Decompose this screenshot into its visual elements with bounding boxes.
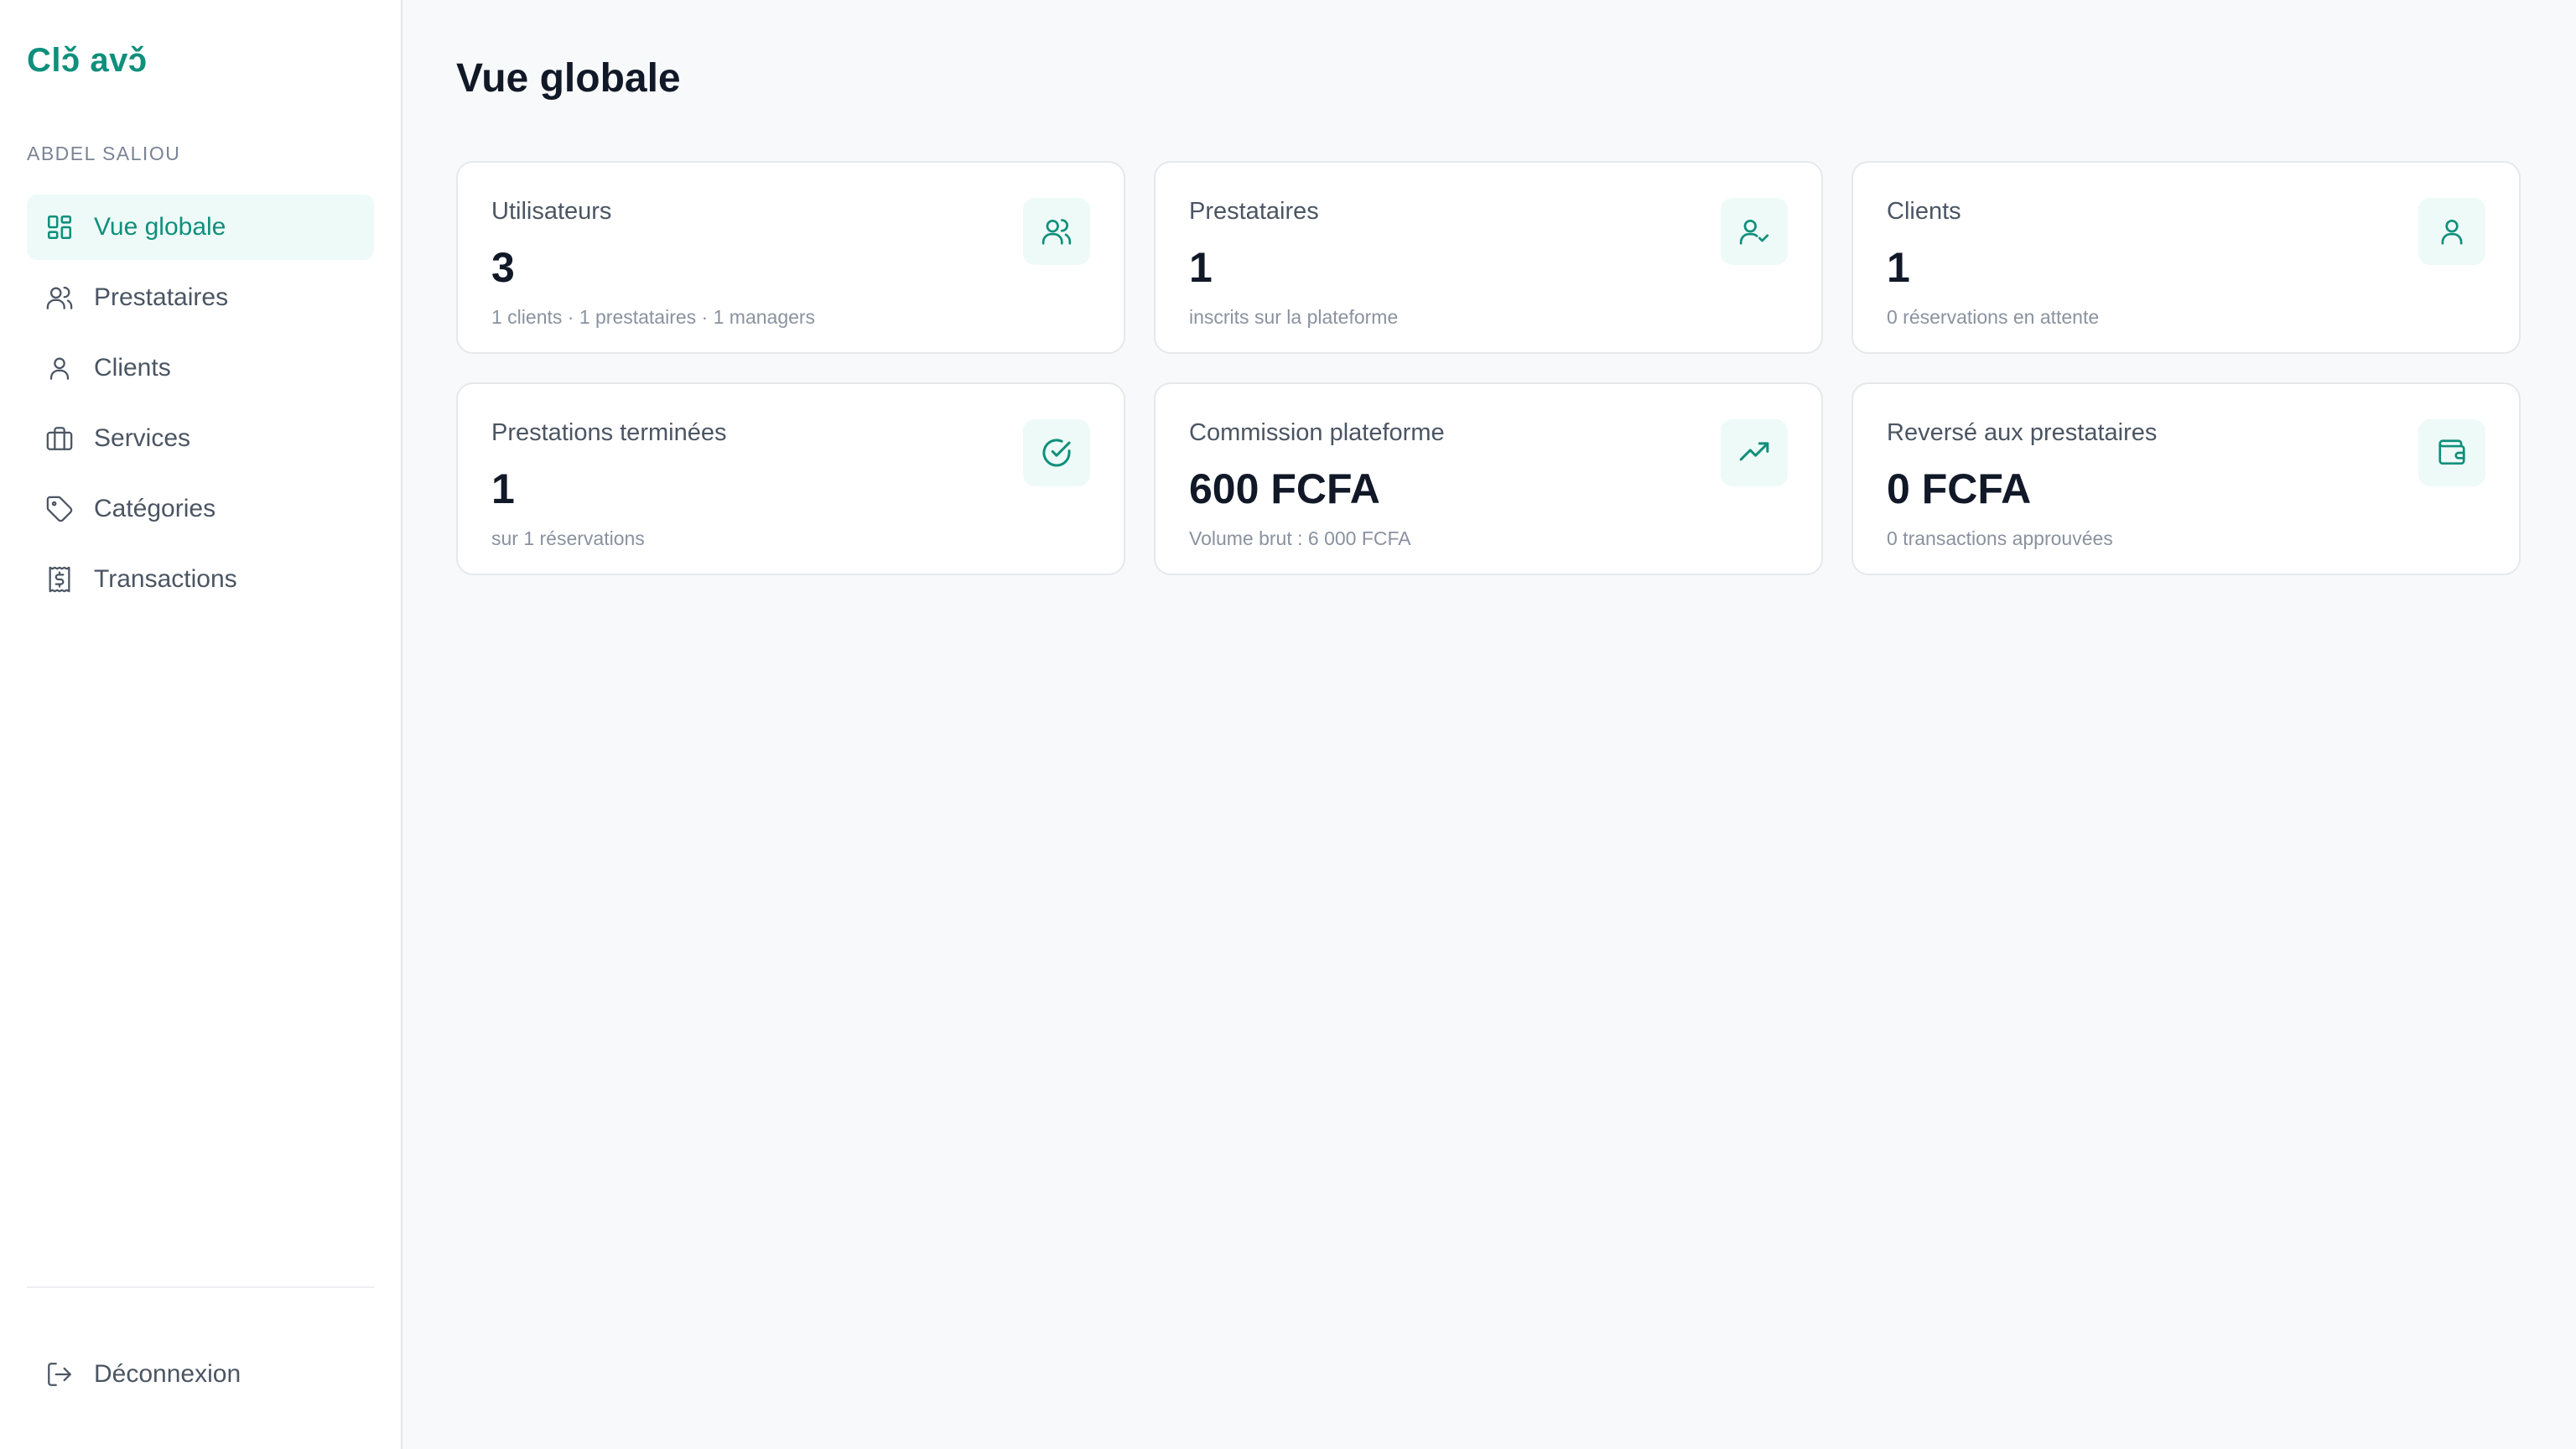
card-subtitle: 1 clients · 1 prestataires · 1 managers [491,306,816,328]
dashboard-icon [45,213,74,242]
card-label: Prestations terminées [491,419,727,446]
tag-icon [45,495,74,523]
card-label: Utilisateurs [491,198,612,225]
sidebar-divider [27,1286,374,1288]
user-icon [2418,198,2485,265]
sidebar-item-clients[interactable]: Clients [27,335,374,401]
card-label: Commission plateforme [1189,419,1445,446]
sidebar-item-label: Vue globale [94,213,226,241]
sidebar-item-services[interactable]: Services [27,406,374,471]
sidebar: Clɔ̌ avɔ̌ ABDEL SALIOU Vue globale Prest… [0,0,402,1449]
sidebar-item-vue-globale[interactable]: Vue globale [27,195,374,260]
card-value: 600 FCFA [1189,465,1380,512]
stat-card-reverse: Reversé aux prestataires 0 FCFA 0 transa… [1852,382,2521,575]
users-icon [1023,198,1090,265]
sidebar-item-label: Transactions [94,565,237,593]
receipt-icon [45,565,74,594]
stat-card-prestations-terminees: Prestations terminées 1 sur 1 réservatio… [456,382,1125,575]
check-circle-icon [1023,419,1090,486]
card-value: 1 [491,465,515,512]
stat-card-prestataires: Prestataires 1 inscrits sur la plateform… [1154,161,1823,354]
card-subtitle: 0 réservations en attente [1887,306,2100,328]
user-icon [45,354,74,382]
sidebar-item-categories[interactable]: Catégories [27,476,374,542]
card-value: 1 [1189,244,1213,291]
user-name: ABDEL SALIOU [27,143,181,164]
stat-card-commission: Commission plateforme 600 FCFA Volume br… [1154,382,1823,575]
card-subtitle: 0 transactions approuvées [1887,527,2113,549]
logout-label: Déconnexion [94,1360,242,1388]
sidebar-item-prestataires[interactable]: Prestataires [27,265,374,330]
wallet-icon [2418,419,2485,486]
card-label: Clients [1887,198,1961,225]
logout-icon [45,1360,74,1389]
brand-logo[interactable]: Clɔ̌ avɔ̌ [27,42,148,80]
card-value: 0 FCFA [1887,465,2032,512]
logout-button[interactable]: Déconnexion [27,1342,374,1407]
card-value: 1 [1887,244,1910,291]
sidebar-item-label: Catégories [94,495,216,522]
card-label: Prestataires [1189,198,1319,225]
sidebar-item-transactions[interactable]: Transactions [27,547,374,612]
trending-up-icon [1721,419,1788,486]
page-title: Vue globale [456,56,681,101]
users-icon [45,283,74,312]
user-check-icon [1721,198,1788,265]
card-subtitle: Volume brut : 6 000 FCFA [1189,527,1411,549]
stat-card-utilisateurs: Utilisateurs 3 1 clients · 1 prestataire… [456,161,1125,354]
card-subtitle: inscrits sur la plateforme [1189,306,1399,328]
stats-grid: Utilisateurs 3 1 clients · 1 prestataire… [456,161,2521,575]
sidebar-item-label: Clients [94,354,171,382]
card-label: Reversé aux prestataires [1887,419,2158,446]
sidebar-item-label: Prestataires [94,283,229,311]
stat-card-clients: Clients 1 0 réservations en attente [1852,161,2521,354]
card-value: 3 [491,244,515,291]
briefcase-icon [45,424,74,453]
card-subtitle: sur 1 réservations [491,527,645,549]
sidebar-item-label: Services [94,424,191,452]
sidebar-nav: Vue globale Prestataires Clients Service… [27,195,374,617]
